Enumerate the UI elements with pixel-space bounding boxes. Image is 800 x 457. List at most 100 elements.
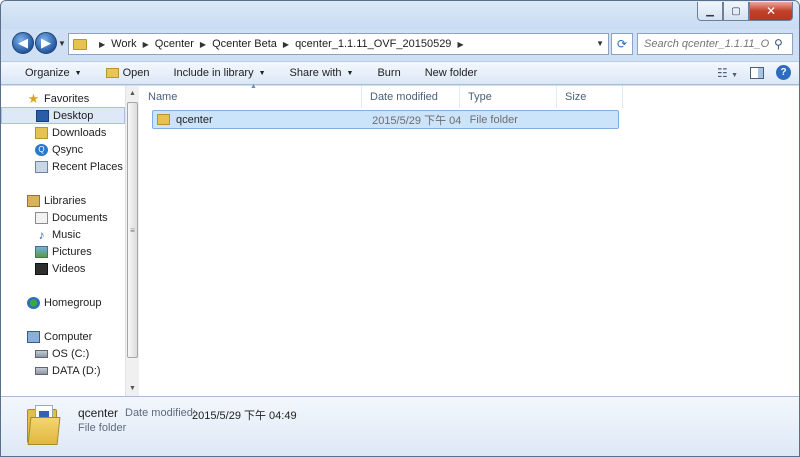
details-pane: qcenter Date modified: 2015/5/29 下午 04:4… xyxy=(1,396,799,456)
navigation-pane: ★ Favorites Desktop Downloads Q Qsync Re… xyxy=(1,86,139,396)
breadcrumb-current-folder[interactable]: qcenter_1.1.11_OVF_20150529 xyxy=(295,38,451,50)
desktop-icon xyxy=(36,109,49,122)
navigation-scrollbar[interactable]: ▲ ≡ ▼ xyxy=(125,86,139,396)
breadcrumb-work[interactable]: Work xyxy=(111,38,136,50)
scroll-up-icon[interactable]: ▲ xyxy=(126,87,139,100)
column-header-size[interactable]: Size xyxy=(557,86,623,108)
breadcrumb-chevron-icon[interactable]: ▶ xyxy=(200,40,206,49)
nav-label: Computer xyxy=(44,330,93,343)
column-header-label: Size xyxy=(565,91,587,103)
nav-qsync[interactable]: Q Qsync xyxy=(1,141,125,158)
breadcrumb-chevron-icon[interactable]: ▶ xyxy=(99,40,105,49)
nav-label: Recent Places xyxy=(52,160,123,173)
new-folder-button[interactable]: New folder xyxy=(413,67,490,79)
help-icon[interactable]: ? xyxy=(776,65,791,80)
open-label: Open xyxy=(122,67,150,79)
nav-os-drive[interactable]: OS (C:) xyxy=(1,345,125,362)
new-folder-label: New folder xyxy=(424,67,478,79)
nav-documents[interactable]: Documents xyxy=(1,209,125,226)
videos-icon xyxy=(35,262,48,275)
back-button[interactable]: ◀ xyxy=(12,32,34,54)
nav-downloads[interactable]: Downloads xyxy=(1,124,125,141)
change-view-icon[interactable]: ☷ ▼ xyxy=(717,66,738,80)
burn-button[interactable]: Burn xyxy=(365,67,412,79)
nav-videos[interactable]: Videos xyxy=(1,260,125,277)
breadcrumb-chevron-icon[interactable]: ▶ xyxy=(457,40,463,49)
title-bar: ▁ ▢ ✕ xyxy=(1,1,799,29)
open-folder-icon xyxy=(105,68,119,78)
star-icon: ★ xyxy=(27,90,40,106)
music-note-icon: ♪ xyxy=(38,227,45,242)
nav-label: Downloads xyxy=(52,126,107,139)
nav-desktop[interactable]: Desktop xyxy=(1,107,125,124)
nav-label: Qsync xyxy=(52,143,84,156)
maximize-button[interactable]: ▢ xyxy=(723,2,749,21)
nav-label: DATA (D:) xyxy=(52,364,101,377)
folder-icon xyxy=(157,114,170,125)
refresh-button[interactable]: ⟳ xyxy=(611,33,633,55)
downloads-folder-icon xyxy=(35,126,48,139)
details-item-name: qcenter xyxy=(78,406,119,420)
scroll-down-icon[interactable]: ▼ xyxy=(126,382,139,395)
share-with-menu[interactable]: Share with ▼ xyxy=(278,67,366,79)
burn-label: Burn xyxy=(377,67,401,79)
scrollbar-thumb[interactable]: ≡ xyxy=(127,102,138,358)
address-bar[interactable]: ▶ Work ▶ Qcenter ▶ Qcenter Beta ▶ qcente… xyxy=(68,33,609,55)
nav-homegroup[interactable]: Homegroup xyxy=(1,294,125,311)
column-header-date-modified[interactable]: Date modified xyxy=(362,86,460,108)
details-date-value: 2015/5/29 下午 04:49 xyxy=(192,410,297,422)
include-in-library-menu[interactable]: Include in library ▼ xyxy=(162,67,278,79)
file-name: qcenter xyxy=(175,113,213,126)
nav-pictures[interactable]: Pictures xyxy=(1,243,125,260)
main-area: ★ Favorites Desktop Downloads Q Qsync Re… xyxy=(1,83,799,396)
breadcrumb-chevron-icon[interactable]: ▶ xyxy=(283,40,289,49)
column-header-name[interactable]: ▲ Name xyxy=(140,83,362,108)
libraries-icon xyxy=(27,194,40,207)
recent-pages-dropdown[interactable]: ▼ xyxy=(58,39,66,48)
breadcrumb-qcenter[interactable]: Qcenter xyxy=(155,38,194,50)
refresh-icon: ⟳ xyxy=(616,37,628,51)
organize-label: Organize xyxy=(25,67,70,79)
preview-pane-icon[interactable] xyxy=(750,66,764,79)
address-dropdown[interactable]: ▼ xyxy=(596,39,604,48)
include-in-library-label: Include in library xyxy=(173,67,254,79)
toolbar-right: ☷ ▼ ? xyxy=(717,65,791,80)
drive-icon xyxy=(35,366,48,375)
nav-label: Music xyxy=(52,228,81,241)
breadcrumb-qcenter-beta[interactable]: Qcenter Beta xyxy=(212,38,277,50)
nav-data-drive[interactable]: DATA (D:) xyxy=(1,362,125,379)
large-folder-icon xyxy=(27,403,61,445)
column-header-label: Type xyxy=(468,91,492,103)
open-button[interactable]: Open xyxy=(94,67,162,79)
nav-label: Pictures xyxy=(52,245,92,258)
share-with-label: Share with xyxy=(289,67,342,79)
nav-label: Libraries xyxy=(44,194,87,207)
nav-label: Videos xyxy=(52,262,86,275)
nav-label: Desktop xyxy=(53,109,94,122)
nav-libraries[interactable]: Libraries xyxy=(1,192,125,209)
computer-icon xyxy=(27,330,40,343)
search-icon[interactable]: ⚲ xyxy=(774,37,783,51)
navigation-tree: ★ Favorites Desktop Downloads Q Qsync Re… xyxy=(1,90,125,379)
column-header-label: Name xyxy=(148,91,178,103)
close-button[interactable]: ✕ xyxy=(749,2,793,21)
recent-places-icon xyxy=(35,160,48,173)
search-box: ⚲ xyxy=(637,33,793,55)
windows-drive-icon xyxy=(35,349,48,358)
minimize-button[interactable]: ▁ xyxy=(697,2,723,21)
nav-label: Homegroup xyxy=(44,296,102,309)
breadcrumb-chevron-icon[interactable]: ▶ xyxy=(143,40,149,49)
column-header-type[interactable]: Type xyxy=(460,86,557,108)
chevron-down-icon: ▼ xyxy=(346,69,354,77)
nav-computer[interactable]: Computer xyxy=(1,328,125,345)
file-row[interactable]: qcenter 2015/5/29 下午 04:... File folder xyxy=(152,110,619,129)
forward-button[interactable]: ▶ xyxy=(35,32,57,54)
column-header-label: Date modified xyxy=(370,91,438,103)
pictures-icon xyxy=(35,245,48,258)
organize-menu[interactable]: Organize ▼ xyxy=(1,67,94,79)
command-bar: Organize ▼ Open Include in library ▼ Share… xyxy=(1,61,799,85)
nav-music[interactable]: ♪ Music xyxy=(1,226,125,243)
nav-favorites[interactable]: ★ Favorites xyxy=(1,90,125,107)
search-input[interactable] xyxy=(644,38,770,50)
nav-recent-places[interactable]: Recent Places xyxy=(1,158,125,175)
